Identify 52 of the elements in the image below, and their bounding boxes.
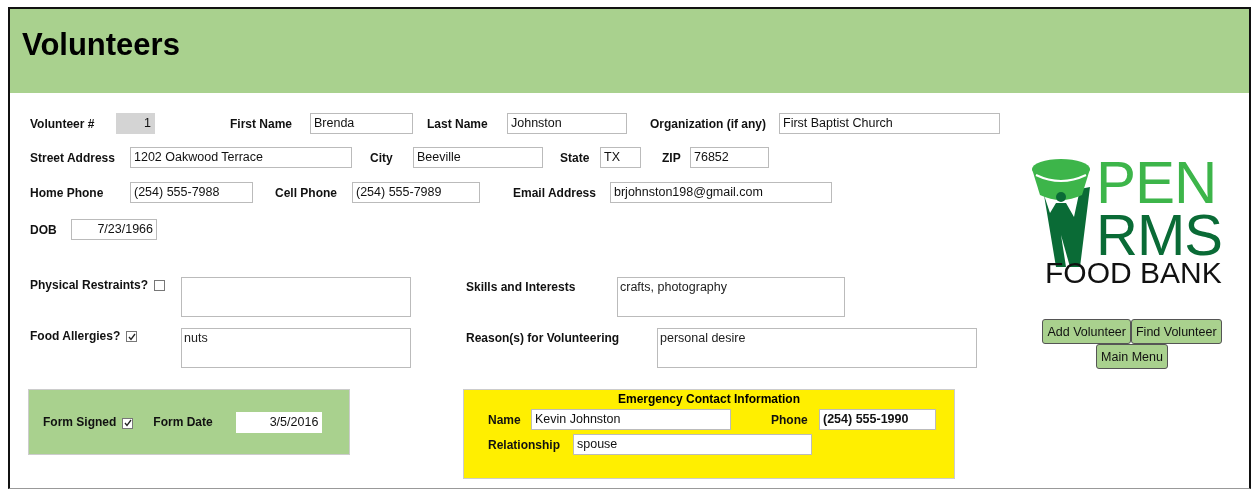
field-label: Reason(s) for Volunteering xyxy=(466,330,621,347)
field-label: Email Address xyxy=(513,185,597,200)
field-label: Phone xyxy=(771,412,809,427)
checkbox[interactable] xyxy=(126,331,138,342)
action-button[interactable]: Add Volunteer xyxy=(1042,319,1131,344)
logo-text: FOOD BANK xyxy=(1045,259,1223,287)
field-label: City xyxy=(370,150,394,165)
input-field[interactable]: (254) 555-7989 xyxy=(352,182,480,203)
field-label: First Name xyxy=(230,116,294,131)
input-field[interactable]: spouse xyxy=(573,434,812,455)
field-label: Street Address xyxy=(30,150,116,165)
text-area[interactable]: personal desire xyxy=(657,328,977,368)
panel-title: Emergency Contact Information xyxy=(617,392,801,406)
field-label: Home Phone xyxy=(30,185,105,200)
action-button[interactable]: Find Volunteer xyxy=(1130,319,1222,344)
text-area[interactable]: crafts, photography xyxy=(617,277,845,317)
field-label: Physical Restraints? xyxy=(30,278,149,292)
logo-text: RMS xyxy=(1096,211,1223,259)
input-field[interactable]: First Baptist Church xyxy=(779,113,1000,134)
checkbox[interactable] xyxy=(122,417,134,429)
field-label: Last Name xyxy=(427,116,489,131)
input-field[interactable]: Brenda xyxy=(310,113,413,134)
field-label: Food Allergies? xyxy=(30,329,121,343)
input-field[interactable]: 76852 xyxy=(690,147,769,168)
field-label: Form Date xyxy=(153,415,214,429)
notes-field[interactable] xyxy=(181,277,411,317)
notes-field[interactable]: nuts xyxy=(181,328,411,368)
input-field[interactable]: TX xyxy=(600,147,641,168)
input-field[interactable]: 1202 Oakwood Terrace xyxy=(130,147,352,168)
input-field[interactable]: (254) 555-1990 xyxy=(819,409,936,430)
field-label: Form Signed xyxy=(43,415,117,429)
field-label: Name xyxy=(488,412,522,427)
date-field[interactable]: 3/5/2016 xyxy=(236,411,323,433)
field-label: DOB xyxy=(30,222,58,237)
input-field[interactable]: Kevin Johnston xyxy=(531,409,731,430)
logo-text: PEN xyxy=(1096,155,1217,211)
input-field[interactable]: Beeville xyxy=(413,147,543,168)
field-label: Organization (if any) xyxy=(650,116,767,131)
field-label: Volunteer # xyxy=(30,116,96,131)
input-field[interactable]: brjohnston198@gmail.com xyxy=(610,182,832,203)
input-field[interactable]: (254) 555-7988 xyxy=(130,182,253,203)
field-label: Skills and Interests xyxy=(466,279,577,296)
form-title: Volunteers xyxy=(22,27,180,63)
field-label: Cell Phone xyxy=(275,185,338,200)
field-label: Relationship xyxy=(488,437,561,452)
field-label: State xyxy=(560,150,591,165)
action-button[interactable]: Main Menu xyxy=(1096,344,1168,369)
field-label: ZIP xyxy=(662,150,682,165)
checkbox[interactable] xyxy=(154,280,166,291)
input-field[interactable]: 7/23/1966 xyxy=(71,219,157,240)
input-field[interactable]: Johnston xyxy=(507,113,627,134)
input-field[interactable]: 1 xyxy=(116,113,155,134)
